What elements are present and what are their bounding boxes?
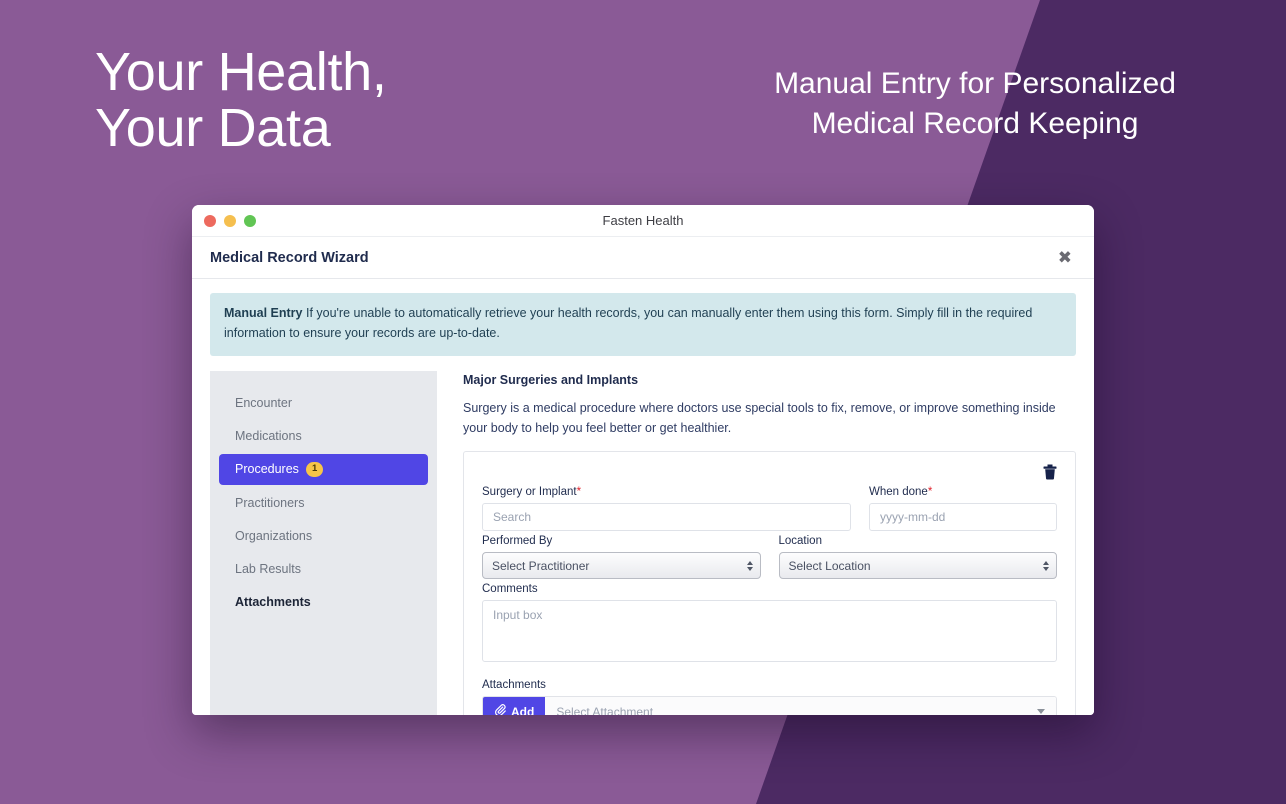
wizard-header: Medical Record Wizard ✖ (192, 237, 1094, 279)
sidebar-item-label: Lab Results (235, 561, 302, 576)
trash-icon[interactable] (1043, 464, 1057, 482)
sidebar-item-label: Encounter (235, 395, 292, 410)
card-toolbar (482, 464, 1057, 482)
page-title: Medical Record Wizard (210, 249, 369, 266)
alert-title: Manual Entry (224, 306, 303, 320)
sidebar-item-label: Medications (235, 428, 302, 443)
select-attachment-value: Select Attachment (556, 704, 654, 716)
manual-entry-alert: Manual Entry If you're unable to automat… (210, 293, 1076, 356)
sidebar-item-label: Procedures (235, 462, 299, 477)
wizard-sidebar: Encounter Medications Procedures 1 Pract… (210, 370, 437, 715)
wizard-body: Manual Entry If you're unable to automat… (192, 279, 1094, 715)
surgery-label: Surgery or Implant* (482, 486, 851, 498)
chevron-down-icon (1037, 709, 1045, 714)
location-field-group: Location Select Location (778, 531, 1057, 579)
performed-by-label: Performed By (482, 535, 553, 547)
close-icon[interactable]: ✖ (1054, 247, 1076, 268)
sidebar-item-label: Practitioners (235, 495, 305, 510)
hero-headline-left: Your Health, Your Data (95, 42, 387, 159)
surgery-search-input[interactable] (482, 503, 851, 531)
section-title: Major Surgeries and Implants (463, 372, 639, 387)
location-selected-value: Select Location (788, 558, 871, 573)
form-row-1: Surgery or Implant* When done* (482, 482, 1057, 531)
sidebar-item-practitioners[interactable]: Practitioners (219, 488, 428, 518)
sidebar-item-label: Organizations (235, 528, 313, 543)
comments-field-group: Comments (482, 583, 1057, 667)
alert-text: If you're unable to automatically retrie… (224, 306, 1033, 340)
app-window: Fasten Health Medical Record Wizard ✖ Ma… (192, 205, 1094, 715)
performed-by-select-wrap: Select Practitioner (482, 552, 761, 579)
procedure-form-card: Surgery or Implant* When done* Performed… (463, 451, 1076, 715)
required-mark: * (927, 486, 933, 498)
when-done-label-text: When done (869, 486, 928, 498)
window-title: Fasten Health (602, 213, 684, 228)
add-attachment-button[interactable]: Add (483, 697, 546, 716)
window-titlebar: Fasten Health (192, 205, 1094, 237)
attachments-label: Attachments (482, 679, 546, 691)
hero-headline-right: Manual Entry for Personalized Medical Re… (774, 67, 1176, 140)
wizard-panes: Encounter Medications Procedures 1 Pract… (210, 370, 1076, 715)
when-done-field-group: When done* (869, 482, 1057, 531)
sidebar-item-attachments[interactable]: Attachments (219, 587, 428, 617)
performed-by-select[interactable]: Select Practitioner (482, 552, 761, 579)
select-attachment-dropdown[interactable]: Select Attachment (545, 697, 1056, 715)
required-mark: * (576, 486, 582, 498)
when-done-label: When done* (869, 486, 1057, 498)
sidebar-item-medications[interactable]: Medications (219, 421, 428, 451)
performed-by-selected-value: Select Practitioner (492, 558, 590, 573)
attachments-field-group: Attachments Add Select Attachment (482, 679, 1057, 715)
surgery-field-group: Surgery or Implant* (482, 482, 851, 531)
add-attachment-label: Add (511, 704, 535, 716)
comments-label: Comments (482, 583, 538, 595)
sidebar-item-procedures[interactable]: Procedures 1 (219, 453, 428, 485)
sidebar-item-lab-results[interactable]: Lab Results (219, 554, 428, 584)
when-done-date-input[interactable] (869, 503, 1057, 531)
surgery-label-text: Surgery or Implant (482, 486, 577, 498)
sidebar-item-encounter[interactable]: Encounter (219, 388, 428, 418)
location-select[interactable]: Select Location (778, 552, 1057, 579)
location-label: Location (778, 535, 822, 547)
section-description: Surgery is a medical procedure where doc… (463, 400, 1056, 435)
location-select-wrap: Select Location (778, 552, 1057, 579)
status-badge: 1 (305, 461, 324, 477)
attachment-input-group: Add Select Attachment (482, 696, 1057, 715)
paperclip-icon (494, 704, 506, 715)
comments-textarea[interactable] (482, 600, 1057, 662)
sidebar-item-label: Attachments (235, 594, 311, 609)
wizard-content: Major Surgeries and Implants Surgery is … (437, 371, 1076, 715)
performed-by-field-group: Performed By Select Practitioner (482, 531, 761, 579)
sidebar-item-organizations[interactable]: Organizations (219, 521, 428, 551)
form-row-2: Performed By Select Practitioner Locatio… (482, 531, 1057, 579)
